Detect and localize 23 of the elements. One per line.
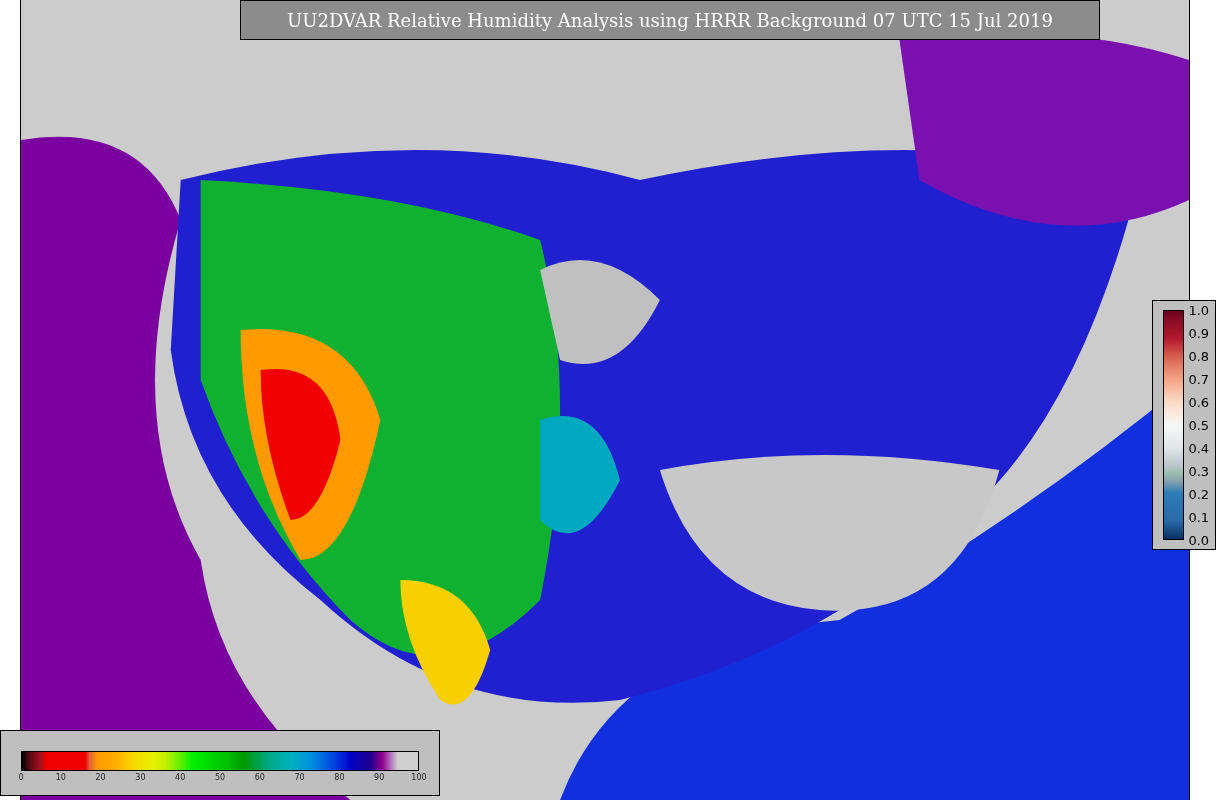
colorbar-tick-label: 0.7	[1188, 371, 1210, 387]
colorbar-tick-label: 0.2	[1188, 486, 1210, 502]
colorbar-tick-label: 0.6	[1188, 394, 1210, 410]
colorbar-tick-label: 80	[334, 773, 345, 782]
colorbar-tick-label: 70	[294, 773, 305, 782]
colorbar-tick-label: 0.1	[1188, 509, 1210, 525]
colorbar-tick-label: 0.5	[1188, 417, 1210, 433]
colorbar-tick-label: 20	[95, 773, 106, 782]
colorbar-tick-label: 0.9	[1188, 325, 1210, 341]
colorbar-tick-label: 0.0	[1188, 532, 1210, 548]
colorbar-tick-label: 90	[374, 773, 385, 782]
colorbar-tick-label: 0	[18, 773, 24, 782]
colorbar-tick-label: 50	[214, 773, 226, 782]
colorbar-tick-label: 10	[55, 773, 66, 782]
map-title: UU2DVAR Relative Humidity Analysis using HRRR Background 07 UTC 15 Jul 2019	[240, 0, 1100, 40]
colorbar-tick-label: 100	[411, 773, 427, 782]
colorbar-tick-label: 60	[254, 773, 265, 782]
colorbar-tick-label: 40	[175, 773, 186, 782]
colorbar-tick-label: 1.0	[1188, 302, 1210, 318]
colorbar-tick-label: 30	[135, 773, 146, 782]
colorbar-tick-label: 0.8	[1188, 348, 1210, 364]
colorbar-tick-label: 0.4	[1188, 440, 1210, 456]
colorbar-tick-label: 0.3	[1188, 463, 1210, 479]
